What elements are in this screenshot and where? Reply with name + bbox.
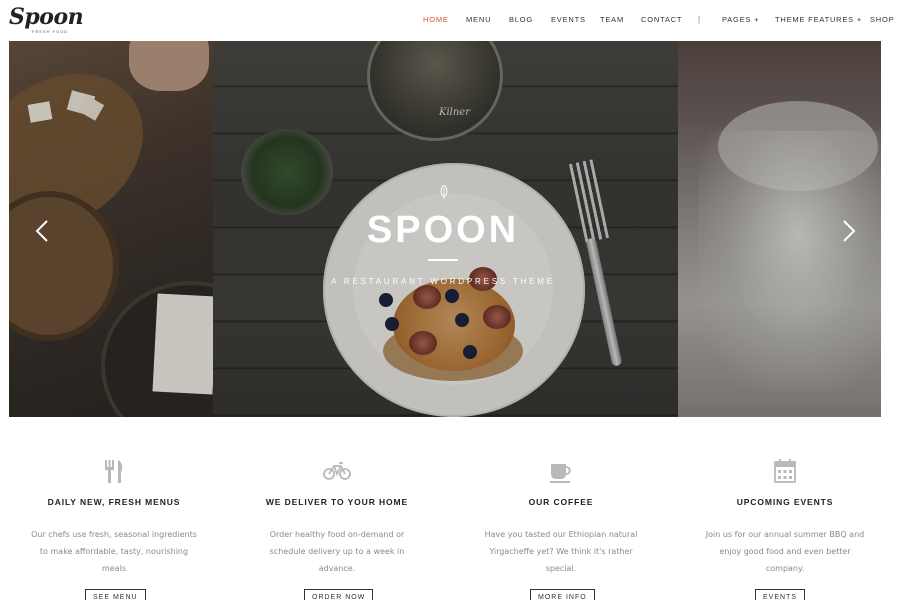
nav-separator: |	[698, 15, 701, 24]
nav-item-team[interactable]: TEAM	[600, 14, 624, 26]
feature-description: Have you tasted our Ethiopian natural Yi…	[484, 530, 638, 573]
coffee-cup-icon	[550, 464, 571, 483]
hero-subtitle: A RESTAURANT WORDPRESS THEME	[331, 277, 555, 286]
main-nav: HOME MENU BLOG EVENTS TEAM CONTACT | PAG…	[0, 14, 900, 26]
fork-knife-icon	[105, 460, 123, 483]
nav-item-pages-dropdown[interactable]: PAGES +	[722, 14, 759, 26]
feature-description: Join us for our annual summer BBQ and en…	[705, 530, 865, 573]
hero-divider	[428, 259, 458, 261]
chevron-left-icon[interactable]	[33, 219, 53, 243]
nav-item-contact[interactable]: CONTACT	[641, 14, 682, 26]
feature-title: UPCOMING EVENTS	[736, 497, 834, 507]
logo-tagline: Fresh Food	[32, 29, 69, 34]
leaf-icon	[440, 185, 448, 199]
nav-item-menu[interactable]: MENU	[466, 14, 491, 26]
hero-slider: Kilner SPOON A RESTAURANT WORDPRESS THEM…	[9, 41, 881, 417]
feature-title: WE DELIVER TO YOUR HOME	[265, 497, 409, 507]
nav-item-events[interactable]: EVENTS	[551, 14, 586, 26]
feature-title: DAILY NEW, FRESH MENUS	[47, 497, 181, 507]
feature-description: Our chefs use fresh, seasonal ingredient…	[31, 530, 197, 573]
feature-title: OUR COFFEE	[528, 497, 594, 507]
events-button[interactable]: EVENTS	[755, 589, 806, 600]
see-menu-button[interactable]: SEE MENU	[85, 589, 146, 600]
nav-item-shop[interactable]: SHOP	[870, 14, 894, 26]
calendar-icon	[774, 459, 796, 483]
nav-item-blog[interactable]: BLOG	[509, 14, 533, 26]
nav-item-theme-features-dropdown[interactable]: THEME FEATURES +	[775, 14, 862, 26]
more-info-button[interactable]: MORE INFO	[530, 589, 595, 600]
bicycle-icon	[323, 462, 351, 480]
order-now-button[interactable]: ORDER NOW	[304, 589, 374, 600]
hero-title: SPOON	[366, 209, 520, 251]
nav-item-home[interactable]: HOME	[423, 14, 449, 26]
site-header: Spoon Fresh Food HOME MENU BLOG EVENTS T…	[0, 0, 900, 40]
feature-description: Order healthy food on-demand or schedule…	[269, 530, 405, 573]
chevron-right-icon[interactable]	[838, 219, 858, 243]
